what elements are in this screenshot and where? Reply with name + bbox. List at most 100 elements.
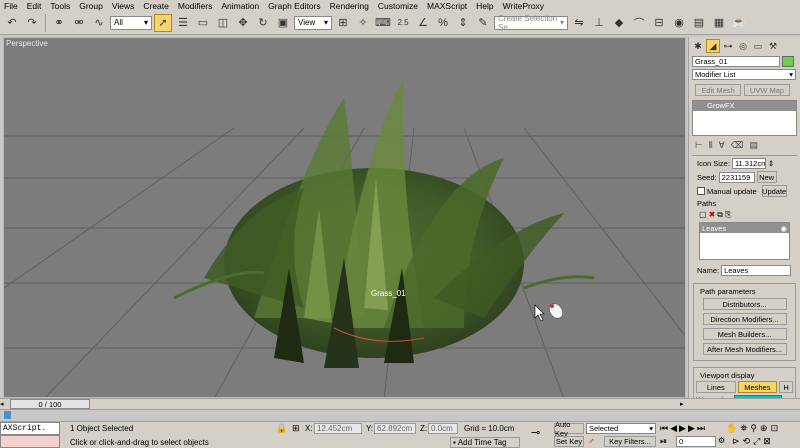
scale-icon[interactable]: ▣	[274, 14, 292, 32]
select-manipulate-icon[interactable]: ✧	[354, 14, 372, 32]
edit-named-selection-icon[interactable]: ✎	[474, 14, 492, 32]
selection-filter-select[interactable]: All ▾	[110, 15, 152, 30]
remove-modifier-icon[interactable]: ⌫	[731, 140, 744, 151]
update-button[interactable]: Update	[761, 185, 787, 197]
zoom-extents-icon[interactable]: ⊡	[771, 423, 779, 434]
track-bar[interactable]	[0, 409, 800, 421]
move-icon[interactable]: ✥	[234, 14, 252, 32]
time-configuration-icon[interactable]: ⚙	[718, 436, 725, 445]
spinner-icon[interactable]: ⇕	[768, 159, 774, 168]
layer-manager-icon[interactable]: ◆	[610, 14, 628, 32]
menu-modifiers[interactable]: Modifiers	[178, 1, 212, 11]
meshes-button[interactable]: Meshes	[737, 381, 778, 393]
time-slider-bar[interactable]: 0 / 100 ◂ ▸	[0, 398, 800, 409]
select-by-name-icon[interactable]: ☰	[174, 14, 192, 32]
path-parameters-title[interactable]: Path parameters	[698, 287, 758, 296]
key-icon[interactable]: ⊸	[531, 426, 540, 439]
paste-path-icon[interactable]: ⎘	[725, 210, 731, 220]
direction-modifiers-button[interactable]: Direction Modifiers...	[702, 313, 787, 325]
current-frame-field[interactable]: 0	[676, 436, 716, 447]
key-filter-icon[interactable]: ♂	[588, 436, 595, 446]
maxscript-listener-field[interactable]: AXScript.	[0, 422, 60, 435]
menu-graph-editors[interactable]: Graph Editors	[268, 1, 320, 11]
mirror-icon[interactable]: ⇋	[570, 14, 588, 32]
motion-tab-icon[interactable]: ◎	[736, 39, 750, 53]
add-path-icon[interactable]: ▢	[699, 210, 707, 220]
x-coordinate-field[interactable]: 12.452cm	[314, 423, 362, 434]
object-color-swatch[interactable]	[782, 56, 794, 67]
field-of-view-icon[interactable]: ⊳	[732, 436, 740, 447]
distributors-button[interactable]: Distributors...	[702, 298, 787, 310]
slider-prev-icon[interactable]: ◂	[0, 400, 4, 408]
mesh-builders-button[interactable]: Mesh Builders...	[702, 328, 787, 340]
set-key-button[interactable]: Set Key	[554, 436, 584, 447]
menu-group[interactable]: Group	[79, 1, 103, 11]
hierarchy-tab-icon[interactable]: ⊶	[721, 39, 735, 53]
path-name-field[interactable]: Leaves	[721, 265, 792, 276]
create-tab-icon[interactable]: ✱	[691, 39, 705, 53]
previous-frame-icon[interactable]: ◀	[670, 423, 677, 434]
redo-icon[interactable]: ↷	[23, 14, 41, 32]
icon-size-field[interactable]: 11.312cm	[731, 158, 766, 169]
lock-selection-icon[interactable]: 🔒	[276, 423, 287, 434]
percent-snap-icon[interactable]: %	[434, 14, 452, 32]
bind-space-warp-icon[interactable]: ∿	[90, 14, 108, 32]
menu-animation[interactable]: Animation	[221, 1, 259, 11]
align-icon[interactable]: ⊥	[590, 14, 608, 32]
region-zoom-icon[interactable]: ⊠	[763, 436, 771, 447]
walk-through-icon[interactable]: ⛯	[740, 423, 747, 434]
menu-rendering[interactable]: Rendering	[330, 1, 369, 11]
manual-update-checkbox[interactable]	[697, 187, 705, 195]
go-to-start-icon[interactable]: ⏮	[660, 423, 668, 434]
edit-mesh-button[interactable]: Edit Mesh	[695, 84, 741, 96]
lines-button[interactable]: Lines	[696, 381, 736, 393]
new-seed-button[interactable]: New	[756, 171, 777, 183]
utilities-tab-icon[interactable]: ⚒	[766, 39, 780, 53]
render-production-icon[interactable]: ☕	[730, 14, 748, 32]
configure-sets-icon[interactable]: ▤	[750, 140, 759, 151]
eye-icon[interactable]: ◉	[780, 224, 787, 233]
viewport-display-title[interactable]: Viewport display	[698, 371, 757, 380]
menu-writeproxy[interactable]: WriteProxy	[503, 1, 544, 11]
key-mode-select[interactable]: Selected ▾	[586, 423, 656, 434]
pan-icon[interactable]: ✋	[726, 423, 737, 434]
link-icon[interactable]: ⚭	[50, 14, 68, 32]
y-coordinate-field[interactable]: 62.892cm	[374, 423, 416, 434]
delete-path-icon[interactable]: ✖	[709, 210, 716, 220]
absolute-mode-icon[interactable]: ⊞	[292, 423, 300, 434]
rectangular-selection-icon[interactable]: ▭	[194, 14, 212, 32]
modifier-stack-item[interactable]: GrowFX	[693, 101, 796, 111]
menu-create[interactable]: Create	[143, 1, 169, 11]
show-end-result-icon[interactable]: ⫴	[709, 140, 713, 151]
menu-file[interactable]: File	[4, 1, 18, 11]
named-selection-set-field[interactable]: Create Selection Se ▾	[494, 14, 568, 32]
object-name-field[interactable]: Grass_01	[692, 56, 780, 67]
z-coordinate-field[interactable]: 0.0cm	[428, 423, 458, 434]
window-crossing-icon[interactable]: ◫	[214, 14, 232, 32]
time-slider-thumb[interactable]: 0 / 100	[10, 399, 90, 409]
menu-edit[interactable]: Edit	[27, 1, 42, 11]
copy-path-icon[interactable]: ⧉	[717, 210, 723, 220]
slider-next-icon[interactable]: ▸	[680, 400, 684, 408]
auto-key-button[interactable]: Auto Key	[554, 420, 584, 438]
material-editor-icon[interactable]: ◉	[670, 14, 688, 32]
rendered-frame-window-icon[interactable]: ▦	[710, 14, 728, 32]
snaps-toggle-icon[interactable]: 2.5	[394, 14, 412, 32]
render-setup-icon[interactable]: ▤	[690, 14, 708, 32]
next-frame-icon[interactable]: ▶	[688, 423, 695, 434]
menu-views[interactable]: Views	[112, 1, 135, 11]
maximize-viewport-icon[interactable]: ⤢	[753, 436, 760, 447]
select-object-icon[interactable]: ➚	[154, 13, 172, 32]
viewport-label[interactable]: Perspective	[6, 39, 48, 48]
menu-tools[interactable]: Tools	[50, 1, 70, 11]
undo-icon[interactable]: ↶	[3, 14, 21, 32]
pivot-center-icon[interactable]: ⊞	[334, 14, 352, 32]
seed-field[interactable]: 2231159	[718, 171, 755, 183]
key-filters-button[interactable]: Key Filters...	[604, 436, 656, 447]
menu-customize[interactable]: Customize	[378, 1, 418, 11]
make-unique-icon[interactable]: ∀	[719, 140, 725, 151]
zoom-icon[interactable]: ⚲	[750, 423, 757, 434]
spinner-snap-icon[interactable]: ⇕	[454, 14, 472, 32]
keyboard-shortcut-icon[interactable]: ⌨	[374, 14, 392, 32]
add-time-tag-button[interactable]: ▪ Add Time Tag	[450, 437, 520, 448]
